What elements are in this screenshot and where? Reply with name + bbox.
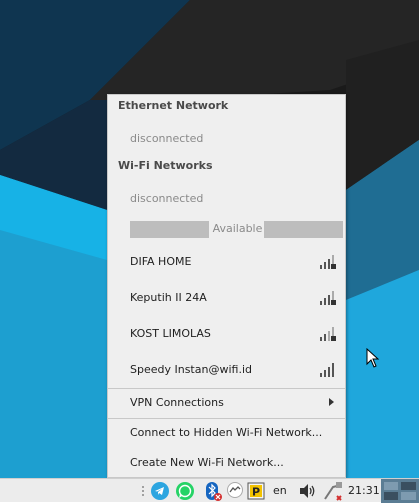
- create-new-network-item[interactable]: Create New Wi-Fi Network...: [130, 456, 342, 469]
- available-label: Available: [212, 222, 263, 235]
- menu-separator: [108, 418, 345, 419]
- ethernet-header: Ethernet Network: [118, 99, 229, 112]
- show-desktop-icon[interactable]: [381, 479, 419, 503]
- network-item-keputih[interactable]: Keputih II 24A: [130, 291, 342, 305]
- network-name: Keputih II 24A: [130, 291, 207, 304]
- p-app-icon[interactable]: P: [247, 482, 265, 500]
- menu-separator: [108, 388, 345, 389]
- wifi-signal-locked-icon: [320, 327, 336, 341]
- svg-text:P: P: [252, 486, 260, 499]
- whatsapp-icon[interactable]: [176, 482, 194, 500]
- bluetooth-icon[interactable]: [203, 482, 223, 502]
- vpn-connections-item[interactable]: VPN Connections: [130, 396, 342, 409]
- volume-icon[interactable]: [298, 482, 318, 500]
- messenger-icon[interactable]: [227, 482, 243, 498]
- available-separator: Available: [130, 221, 343, 238]
- vpn-label: VPN Connections: [130, 396, 224, 409]
- network-item-kost-limolas[interactable]: KOST LIMOLAS: [130, 327, 342, 341]
- network-name: Speedy Instan@wifi.id: [130, 363, 252, 376]
- connect-hidden-network-item[interactable]: Connect to Hidden Wi-Fi Network...: [130, 426, 342, 439]
- network-item-speedy[interactable]: Speedy Instan@wifi.id: [130, 363, 342, 377]
- network-item-difa-home[interactable]: DIFA HOME: [130, 255, 342, 269]
- wifi-header: Wi-Fi Networks: [118, 159, 213, 172]
- wifi-signal-icon: [320, 363, 334, 377]
- mouse-cursor-icon: [366, 348, 380, 368]
- network-name: KOST LIMOLAS: [130, 327, 211, 340]
- taskbar: P en 21:31: [0, 478, 419, 503]
- network-name: DIFA HOME: [130, 255, 192, 268]
- clock[interactable]: 21:31: [348, 484, 380, 497]
- available-bar-right: [264, 221, 343, 238]
- wifi-signal-locked-icon: [320, 291, 336, 305]
- taskbar-handle-icon[interactable]: [140, 485, 146, 497]
- submenu-arrow-icon: [329, 398, 334, 406]
- wifi-signal-locked-icon: [320, 255, 336, 269]
- telegram-icon[interactable]: [151, 482, 169, 500]
- available-bar-left: [130, 221, 209, 238]
- ethernet-status: disconnected: [130, 132, 204, 145]
- network-icon[interactable]: [323, 482, 345, 502]
- network-menu: Ethernet Network disconnected Wi-Fi Netw…: [107, 94, 346, 478]
- wifi-status: disconnected: [130, 192, 204, 205]
- keyboard-language[interactable]: en: [273, 484, 287, 497]
